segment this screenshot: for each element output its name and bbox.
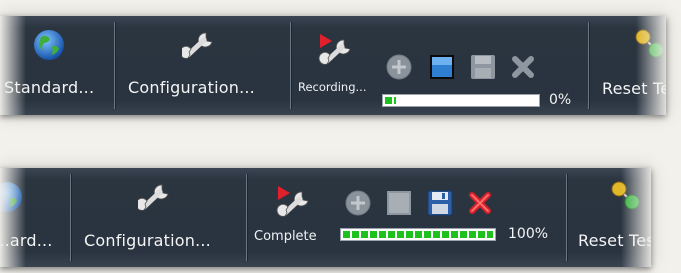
configuration-label: Configuration... — [128, 78, 255, 97]
test-toolbar-recording: Standard... Configuration... Recording..… — [0, 16, 666, 115]
recording-progress-bar — [340, 228, 496, 241]
configuration-button[interactable]: Configuration... — [118, 16, 286, 115]
add-circle-icon[interactable] — [345, 190, 371, 216]
add-circle-icon[interactable] — [386, 54, 412, 80]
floppy-disk-icon[interactable] — [470, 54, 496, 80]
recording-progress-bar — [382, 94, 540, 107]
reset-test-button[interactable]: Reset Tes — [572, 168, 651, 267]
reset-test-label: Reset Tes — [602, 79, 666, 98]
record-button[interactable]: Complete — [252, 168, 332, 267]
standards-label: ...ard... — [0, 231, 53, 250]
configuration-label: Configuration... — [84, 231, 211, 250]
floppy-disk-icon[interactable] — [427, 190, 453, 216]
delete-x-icon[interactable] — [467, 190, 493, 216]
progress-percent: 100% — [508, 226, 549, 242]
separator — [114, 22, 116, 109]
record-button[interactable]: Recording... — [296, 16, 376, 115]
record-wrench-icon — [318, 34, 351, 65]
separator — [290, 22, 292, 109]
progress-percent: 0% — [549, 92, 572, 108]
globe-icon — [34, 30, 64, 60]
reset-test-label: Reset Tes — [578, 231, 651, 250]
separator — [246, 174, 248, 261]
stop-icon[interactable] — [429, 54, 455, 80]
globe-icon — [0, 182, 22, 212]
standards-button[interactable]: Standard... — [0, 16, 110, 115]
reset-nodes-icon — [635, 29, 664, 58]
stop-icon[interactable] — [386, 190, 412, 216]
reset-test-button[interactable]: Reset Tes — [594, 16, 666, 115]
test-toolbar-complete: ...ard... Configuration... Complete — [0, 168, 651, 267]
standards-label: Standard... — [4, 78, 95, 97]
configuration-button[interactable]: Configuration... — [76, 168, 242, 267]
reset-nodes-icon — [611, 181, 640, 210]
record-wrench-icon — [276, 186, 309, 217]
progress-fill — [343, 231, 493, 238]
separator — [566, 174, 568, 261]
standards-button[interactable]: ...ard... — [0, 168, 66, 267]
progress-fill — [385, 97, 396, 104]
recording-status-label: Complete — [254, 229, 317, 244]
separator — [70, 174, 72, 261]
wrench-icon — [138, 184, 169, 211]
recording-status-label: Recording... — [298, 80, 367, 94]
wrench-icon — [182, 32, 213, 59]
delete-x-icon[interactable] — [510, 54, 536, 80]
separator — [588, 22, 590, 109]
